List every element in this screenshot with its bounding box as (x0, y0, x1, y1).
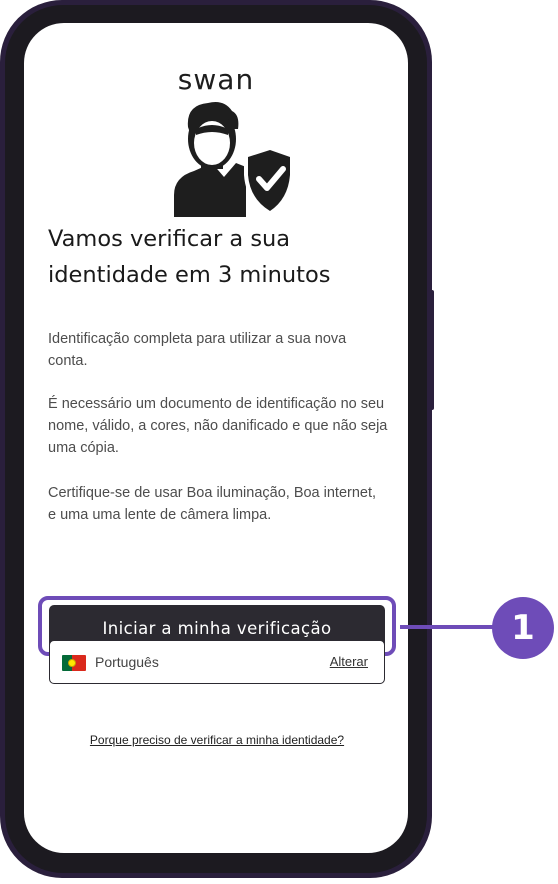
intro-text: Identificação completa para utilizar a s… (48, 331, 347, 369)
callout-connector (400, 625, 496, 629)
page-title: Vamos verificar a sua identidade em 3 mi… (48, 226, 331, 288)
phone-power-button (428, 290, 434, 410)
phone-screen: swan Vamos verificar a sua identidade em… (24, 23, 408, 853)
step-number-badge: 1 (492, 597, 554, 659)
phone-side-button (0, 280, 4, 338)
phone-side-button (0, 212, 4, 270)
why-verify-link[interactable]: Porque preciso de verificar a minha iden… (0, 733, 434, 747)
app-logo: swan (177, 63, 255, 96)
language-name: Português (95, 654, 159, 670)
portugal-flag-icon (62, 655, 86, 671)
language-selector: Português Alterar (49, 640, 385, 684)
document-requirement-text: É necessário um documento de identificaç… (48, 396, 388, 456)
conditions-text: Certifique-se de usar Boa iluminação, Bo… (48, 485, 377, 523)
user-shield-check-icon (174, 102, 294, 217)
change-language-link[interactable]: Alterar (330, 654, 368, 669)
